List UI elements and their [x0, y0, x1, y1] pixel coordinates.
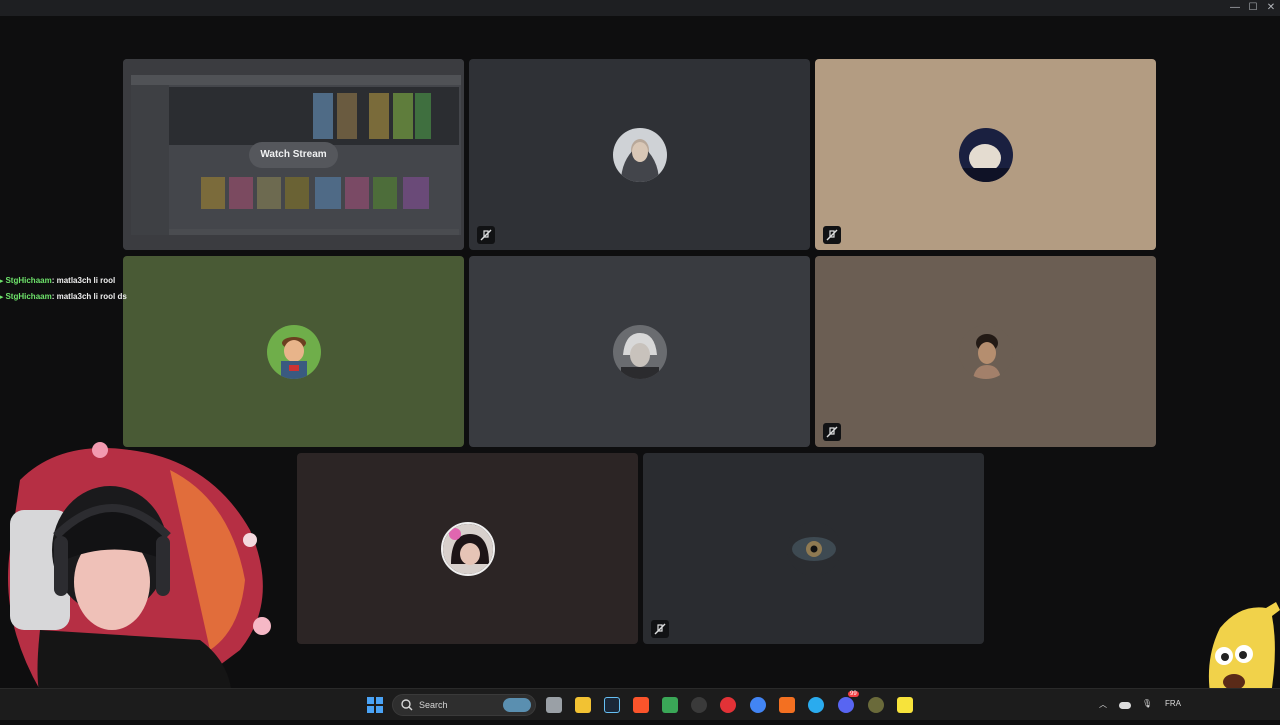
chat-text: : matla3ch li rool ds [51, 292, 127, 301]
discord-badge: 99 [848, 691, 859, 697]
discord-icon[interactable]: 99 [838, 691, 859, 713]
webcam-image [8, 442, 271, 720]
windows-start-icon[interactable] [367, 697, 383, 713]
search-label: Search [419, 700, 448, 710]
watch-stream-button[interactable]: Watch Stream [249, 142, 338, 168]
taskbar-search[interactable]: Search [392, 694, 536, 716]
muted-mic-icon [823, 226, 841, 244]
file-explorer-icon[interactable] [575, 697, 591, 713]
participant-tile[interactable] [297, 453, 638, 644]
app-icon[interactable] [779, 697, 795, 713]
avatar [266, 324, 321, 379]
participant-tile[interactable] [469, 256, 810, 447]
webcam-overlay [0, 440, 280, 720]
telegram-icon[interactable] [808, 697, 824, 713]
taskbar: Search 99 ︿ 🎙 FRA [0, 688, 1280, 720]
brave-icon[interactable] [633, 697, 649, 713]
search-icon [401, 699, 413, 711]
avatar [612, 324, 667, 379]
muted-mic-icon [477, 226, 495, 244]
muted-mic-icon [823, 423, 841, 441]
task-view-icon[interactable] [546, 697, 562, 713]
chat-overlay: ▸ StgHichaam: matla3ch li rool ▸ StgHich… [0, 273, 127, 305]
chat-username: StgHichaam [5, 276, 52, 285]
avatar [786, 521, 841, 576]
steam-icon[interactable] [604, 697, 620, 713]
search-highlight-icon [503, 698, 531, 712]
chat-message: ▸ StgHichaam: matla3ch li rool ds [0, 289, 127, 305]
onedrive-icon[interactable] [1119, 702, 1131, 709]
participant-tile[interactable] [643, 453, 984, 644]
muted-mic-icon [651, 620, 669, 638]
chat-text: : matla3ch li rool [51, 276, 116, 285]
language-indicator[interactable]: FRA [1165, 699, 1181, 708]
avatar [958, 324, 1013, 379]
chrome-icon[interactable] [750, 697, 766, 713]
chat-username: StgHichaam [5, 292, 52, 301]
stream-tile[interactable]: Watch Stream [123, 59, 464, 250]
app-icon[interactable] [691, 697, 707, 713]
chat-message: ▸ StgHichaam: matla3ch li rool [0, 273, 127, 289]
avatar [958, 127, 1013, 182]
close-button[interactable]: ✕ [1260, 0, 1280, 16]
media-player-icon[interactable] [662, 697, 678, 713]
app-icon[interactable] [868, 697, 884, 713]
sticky-notes-icon[interactable] [897, 697, 913, 713]
avatar [440, 521, 495, 576]
tray-chevron-up-icon[interactable]: ︿ [1099, 699, 1107, 710]
participant-tile[interactable] [815, 59, 1156, 250]
riot-icon[interactable] [720, 697, 736, 713]
window-titlebar: — ☐ ✕ [0, 0, 1280, 16]
avatar [612, 127, 667, 182]
participant-tile[interactable] [469, 59, 810, 250]
microphone-icon[interactable]: 🎙 [1142, 699, 1152, 708]
participant-tile[interactable] [815, 256, 1156, 447]
participant-tile[interactable] [123, 256, 464, 447]
